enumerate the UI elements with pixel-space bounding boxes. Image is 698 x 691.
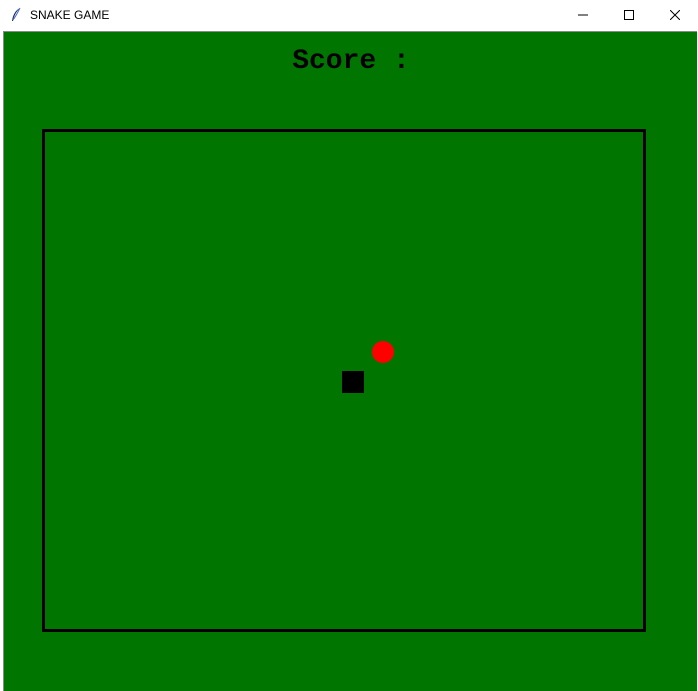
maximize-icon[interactable] (606, 0, 652, 30)
app-window: SNAKE GAME Score : (0, 0, 698, 691)
window-controls (560, 0, 698, 30)
snake-head (342, 371, 364, 393)
minimize-icon[interactable] (560, 0, 606, 30)
score-label: Score : (292, 46, 410, 77)
close-icon[interactable] (652, 0, 698, 30)
title-bar[interactable]: SNAKE GAME (0, 0, 698, 30)
food-dot (372, 341, 394, 363)
window-title: SNAKE GAME (30, 8, 110, 22)
feather-icon (8, 7, 24, 23)
game-canvas[interactable]: Score : (3, 31, 697, 691)
